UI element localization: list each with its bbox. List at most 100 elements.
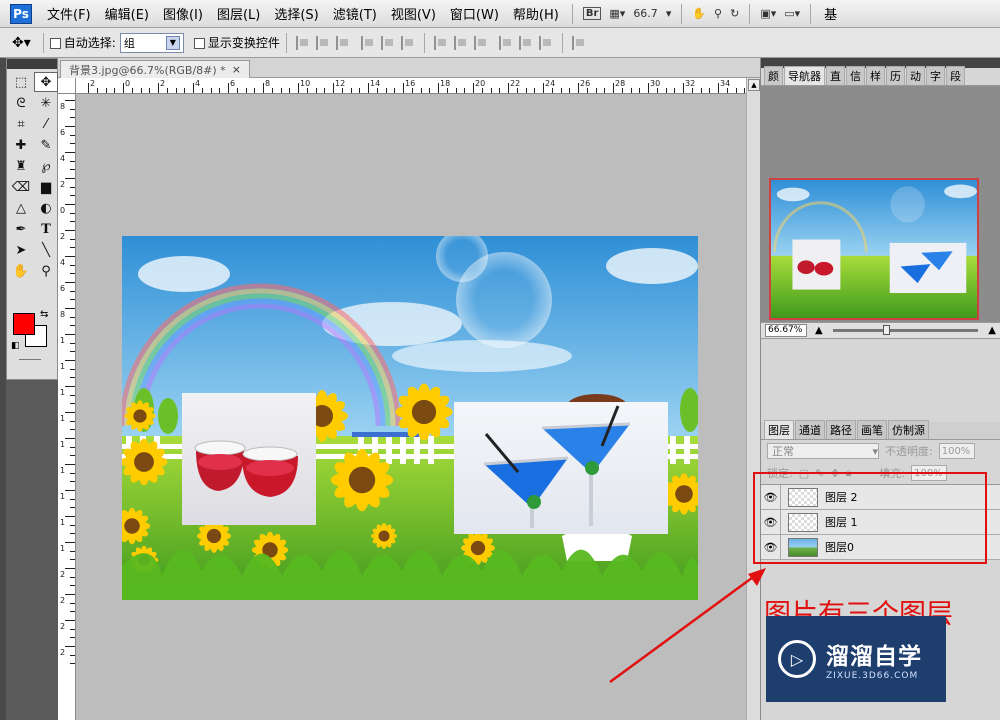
tab-channels[interactable]: 通道 [795,420,825,439]
arrange-documents-button[interactable]: ▣▾ [756,4,780,24]
history-brush-icon[interactable]: ℘ [34,156,58,176]
ruler-tick [70,472,75,474]
zoom-tool-icon[interactable]: ⚲ [34,261,58,281]
zoom-tool-button[interactable]: ⚲ [710,4,726,24]
hand-tool-icon[interactable]: ✋ [9,261,33,281]
opacity-label: 不透明度: [885,445,933,458]
menu-view[interactable]: 视图(V) [384,4,443,23]
align-left-icon[interactable] [360,35,375,50]
clone-stamp-icon[interactable]: ♜ [9,156,33,176]
ruler-tick [70,368,75,370]
close-icon[interactable]: × [232,63,241,76]
zoom-level-dropdown[interactable]: 66.7 ▾ [629,4,675,24]
bridge-button[interactable]: Br [579,4,606,24]
default-colors-icon[interactable]: ◧ [11,341,20,351]
ruler-tick [70,342,75,344]
distribute-hcenter-icon[interactable] [518,35,533,50]
tab-character[interactable]: 字 [926,66,945,85]
document-tab[interactable]: 背景3.jpg@66.7%(RGB/8#) * × [60,60,250,78]
screen-mode-button[interactable]: ▭▾ [780,4,804,24]
dodge-tool-icon[interactable]: ◐ [34,198,58,218]
brush-tool-icon[interactable]: ✎ [34,135,58,155]
ruler-label: 1 [60,518,66,527]
gradient-tool-icon[interactable]: ▆ [34,177,58,197]
tab-clone-source[interactable]: 仿制源 [888,420,929,439]
ruler-tick [368,83,369,93]
tab-actions[interactable]: 动 [906,66,925,85]
foreground-color-swatch[interactable] [13,313,35,335]
navigator-zoom-field[interactable]: 66.67% [765,324,807,337]
blend-mode-dropdown[interactable]: 正常 ▾ [767,443,879,459]
type-tool-icon[interactable]: T [34,219,58,239]
tab-paths[interactable]: 路径 [826,420,856,439]
menu-select[interactable]: 选择(S) [267,4,325,23]
tab-brushes[interactable]: 画笔 [857,420,887,439]
tab-color[interactable]: 颜 [764,66,783,85]
ruler-tick [70,602,75,604]
vertical-ruler[interactable]: 8 6 4 2 0 2 4 6 8 1 1 1 1 1 1 1 1 1 2 2 2 2 [58,94,76,720]
distribute-right-icon[interactable] [538,35,553,50]
scroll-up-arrow-icon[interactable]: ▲ [748,79,760,91]
distribute-left-icon[interactable] [498,35,513,50]
align-top-icon[interactable] [295,35,310,50]
ruler-tick [604,88,606,93]
ruler-label: 1 [60,414,66,423]
path-selection-icon[interactable]: ➤ [9,240,33,260]
navigator-zoom-slider[interactable] [832,325,979,335]
healing-brush-icon[interactable]: ✚ [9,135,33,155]
tab-paragraph[interactable]: 段 [946,66,965,85]
ruler-tick [70,221,75,223]
eraser-tool-icon[interactable]: ⌫ [9,177,33,197]
toolbox-header[interactable] [7,59,57,69]
distribute-bottom-icon[interactable] [473,35,488,50]
tab-history[interactable]: 历 [886,66,905,85]
tab-navigator[interactable]: 导航器 [784,66,825,85]
menu-window[interactable]: 窗口(W) [443,4,506,23]
align-hcenter-icon[interactable] [380,35,395,50]
menu-filter[interactable]: 滤镜(T) [326,4,384,23]
horizontal-ruler[interactable]: 2 0 2 4 6 8 10 12 14 16 18 20 22 24 26 28 30 32 34 [76,78,746,94]
menu-file[interactable]: 文件(F) [40,4,98,23]
magic-wand-icon[interactable]: ✳ [34,93,58,113]
align-right-icon[interactable] [400,35,415,50]
distribute-vcenter-icon[interactable] [453,35,468,50]
auto-select-dropdown[interactable]: 组 ▼ [119,32,184,53]
crop-tool-icon[interactable]: ⌗ [9,114,33,134]
show-transform-checkbox[interactable] [193,36,208,50]
auto-select-checkbox[interactable] [49,36,64,50]
workspace-switcher[interactable]: 基 [817,4,844,23]
menu-help[interactable]: 帮助(H) [506,4,566,23]
marquee-tool-icon[interactable]: ⬚ [9,72,33,92]
lasso-tool-icon[interactable]: ᘓ [9,93,33,113]
opacity-field[interactable]: 100% [938,443,975,459]
menu-edit[interactable]: 编辑(E) [98,4,156,23]
auto-align-icon[interactable] [571,35,586,50]
blur-tool-icon[interactable]: △ [9,198,33,218]
rotate-view-button[interactable]: ↻ [726,4,743,24]
image-canvas[interactable] [122,236,698,600]
line-tool-icon[interactable]: ╲ [34,240,58,260]
menu-image[interactable]: 图像(I) [156,4,210,23]
tab-histogram[interactable]: 直 [826,66,845,85]
tab-info[interactable]: 信 [846,66,865,85]
distribute-top-icon[interactable] [433,35,448,50]
ruler-label: 1 [60,466,66,475]
move-tool-preset-icon[interactable]: ✥▾ [12,35,31,51]
ruler-tick [70,143,75,145]
menu-layer[interactable]: 图层(L) [210,4,267,23]
move-tool-icon[interactable]: ✥ [34,72,58,92]
navigator-thumbnail[interactable] [769,178,979,320]
tab-styles[interactable]: 样 [866,66,885,85]
align-vcenter-icon[interactable] [315,35,330,50]
zoom-in-icon[interactable]: ▲ [988,325,996,336]
align-bottom-icon[interactable] [335,35,350,50]
swap-colors-icon[interactable]: ⇆ [40,309,48,320]
zoom-out-icon[interactable]: ▲ [815,325,823,336]
pen-tool-icon[interactable]: ✒ [9,219,33,239]
ruler-origin[interactable] [58,78,76,94]
eyedropper-icon[interactable]: ⁄ [34,114,58,134]
view-extras-button[interactable]: ▦▾ [605,4,629,24]
slider-handle[interactable] [882,325,890,335]
tab-layers[interactable]: 图层 [764,420,794,439]
hand-tool-button[interactable]: ✋ [688,4,710,24]
